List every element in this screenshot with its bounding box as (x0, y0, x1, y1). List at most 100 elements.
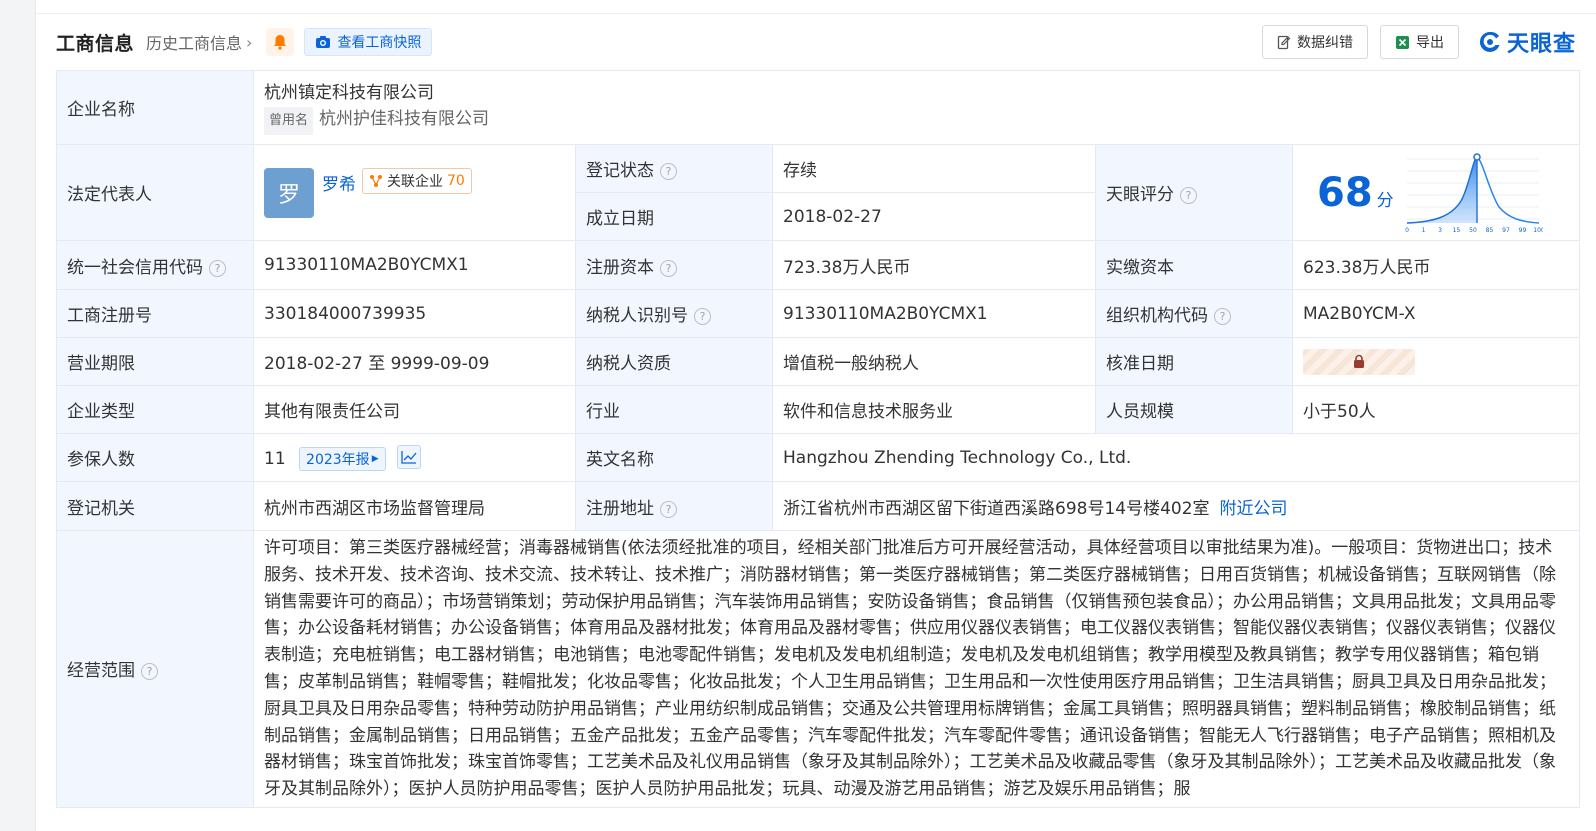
score-tick-label: 3 (1438, 227, 1442, 234)
tianyancha-logo: 天眼查 (1477, 26, 1576, 58)
score-tick-label: 85 (1486, 227, 1494, 234)
score-tick-label: 97 (1502, 227, 1510, 234)
trend-chart-button[interactable] (397, 444, 422, 469)
biz-term-value: 2018-02-27 至 9999-09-09 (253, 337, 576, 386)
table-row: 工商注册号 330184000739935 纳税人识别号? 91330110MA… (56, 289, 1580, 338)
biz-reg-no-value: 330184000739935 (253, 289, 576, 338)
score-label-text: 天眼评分 (1106, 185, 1174, 205)
camera-icon (316, 36, 331, 48)
biz-scope-value: 许可项目：第三类医疗器械经营；消毒器械销售(依法须经批准的项目，经相关部门批准后… (253, 530, 1580, 808)
annual-report-label: 2023年报 (306, 451, 370, 468)
company-name-cell: 杭州镇定科技有限公司 曾用名 杭州护佳科技有限公司 (253, 70, 1580, 145)
view-snapshot-label: 查看工商快照 (337, 35, 422, 51)
locked-value[interactable] (1303, 348, 1415, 375)
nearby-companies-link[interactable]: 附近公司 (1220, 499, 1288, 519)
related-count: 70 (447, 172, 465, 189)
avatar[interactable]: 罗 (264, 167, 314, 218)
english-name-value: Hangzhou Zhending Technology Co., Ltd. (772, 433, 1580, 482)
staff-size-value: 小于50人 (1292, 385, 1580, 434)
history-link[interactable]: 历史工商信息 › (146, 30, 252, 54)
export-button[interactable]: 导出 (1379, 25, 1459, 59)
help-icon[interactable]: ? (209, 259, 226, 277)
help-icon[interactable]: ? (141, 663, 158, 681)
paid-capital-value: 623.38万人民币 (1292, 240, 1580, 290)
reg-authority-value: 杭州市西湖区市场监督管理局 (253, 481, 576, 531)
score-unit: 分 (1376, 190, 1394, 211)
reg-status-label: 登记状态? (575, 144, 773, 193)
related-companies-tag[interactable]: 关联企业 70 (362, 167, 472, 194)
table-row: 法定代表人 罗 罗希 关联企业 70 登记状态? 存续 天眼评分? 68 分 0… (56, 144, 1580, 241)
staff-size-label: 人员规模 (1095, 385, 1293, 434)
reg-authority-label: 登记机关 (56, 481, 254, 531)
org-code-value: MA2B0YCM-X (1292, 289, 1580, 338)
taxpayer-id-label-text: 纳税人识别号 (586, 306, 688, 326)
help-icon[interactable]: ? (1214, 308, 1231, 325)
insured-value: 11 (264, 448, 286, 469)
help-icon[interactable]: ? (1180, 187, 1197, 204)
reg-capital-label: 注册资本? (575, 240, 773, 290)
score-tick-label: 0 (1405, 227, 1409, 234)
legal-rep-name[interactable]: 罗希 (322, 170, 356, 195)
biz-scope-label-text: 经营范围 (67, 661, 135, 682)
bell-icon[interactable] (266, 28, 295, 56)
approve-date-label: 核准日期 (1095, 337, 1293, 386)
lock-icon (1354, 354, 1364, 368)
trend-icon (401, 450, 417, 464)
excel-icon (1395, 35, 1409, 49)
org-code-label-text: 组织机构代码 (1106, 306, 1208, 326)
score-tick-label: 50 (1469, 227, 1477, 234)
credit-code-label: 统一社会信用代码? (56, 240, 254, 290)
insured-label: 参保人数 (56, 433, 254, 482)
help-icon[interactable]: ? (694, 308, 711, 325)
table-row: 经营范围? 许可项目：第三类医疗器械经营；消毒器械销售(依法须经批准的项目，经相… (56, 530, 1580, 808)
chevron-right-icon: › (246, 32, 253, 52)
table-row: 企业名称 杭州镇定科技有限公司 曾用名 杭州护佳科技有限公司 (56, 70, 1580, 145)
approve-date-cell (1292, 337, 1580, 386)
org-code-label: 组织机构代码? (1095, 289, 1293, 338)
section-header: 工商信息 历史工商信息 › 查看工商快照 数据纠错 导出 天眼查 (56, 25, 1576, 59)
reg-address-label: 注册地址? (575, 481, 773, 531)
taxpayer-quali-label: 纳税人资质 (575, 337, 773, 386)
view-snapshot-button[interactable]: 查看工商快照 (304, 28, 433, 56)
company-name-label: 企业名称 (56, 70, 254, 145)
score-tick-label: 99 (1519, 227, 1527, 234)
export-label: 导出 (1415, 35, 1444, 51)
score-cell[interactable]: 68 分 0 1 3 15 50 85 97 99 100 (1292, 144, 1580, 241)
score-tick-label: 15 (1453, 227, 1461, 234)
data-correction-button[interactable]: 数据纠错 (1261, 25, 1368, 59)
industry-value: 软件和信息技术服务业 (772, 385, 1096, 434)
company-type-label: 企业类型 (56, 385, 254, 434)
table-row: 登记机关 杭州市西湖区市场监督管理局 注册地址? 浙江省杭州市西湖区留下街道西溪… (56, 481, 1580, 531)
insured-cell: 11 2023年报 ▶ (253, 433, 576, 482)
top-strip (36, 0, 1596, 14)
business-info-card: 工商信息 历史工商信息 › 查看工商快照 数据纠错 导出 天眼查 企业名称 杭州… (35, 0, 1596, 831)
table-row: 统一社会信用代码? 91330110MA2B0YCMX1 注册资本? 723.3… (56, 240, 1580, 290)
data-correction-label: 数据纠错 (1296, 35, 1353, 51)
company-type-value: 其他有限责任公司 (253, 385, 576, 434)
business-info-table: 企业名称 杭州镇定科技有限公司 曾用名 杭州护佳科技有限公司 法定代表人 罗 罗希… (56, 70, 1580, 808)
reg-address-value: 浙江省杭州市西湖区留下街道西溪路698号14号楼402室 (783, 498, 1210, 519)
score-distribution-chart: 0 1 3 15 50 85 97 99 100 (1405, 152, 1543, 234)
used-name-value: 杭州护佳科技有限公司 (319, 109, 490, 129)
help-icon[interactable]: ? (660, 163, 677, 180)
score-value: 68 (1317, 169, 1373, 216)
table-row: 参保人数 11 2023年报 ▶ 英文名称 Hangzhou Zhending T… (56, 433, 1580, 482)
legal-rep-cell: 罗 罗希 关联企业 70 (253, 144, 576, 241)
help-icon[interactable]: ? (660, 259, 677, 277)
reg-status-value: 存续 (772, 144, 1096, 193)
header-actions: 数据纠错 导出 天眼查 (1261, 25, 1576, 59)
reg-capital-value: 723.38万人民币 (772, 240, 1096, 290)
legal-rep-label: 法定代表人 (56, 144, 254, 241)
score-tick-label: 100 (1533, 227, 1543, 234)
score-tick-label: 1 (1422, 227, 1426, 234)
annual-report-tag[interactable]: 2023年报 ▶ (299, 446, 386, 471)
taxpayer-id-value: 91330110MA2B0YCMX1 (772, 289, 1096, 338)
logo-text: 天眼查 (1506, 32, 1576, 57)
help-icon[interactable]: ? (660, 500, 677, 518)
section-title: 工商信息 (56, 32, 135, 55)
reg-address-label-text: 注册地址 (586, 498, 654, 519)
related-label: 关联企业 (387, 173, 443, 190)
reg-status-label-text: 登记状态 (586, 161, 654, 181)
est-date-label: 成立日期 (575, 192, 773, 241)
biz-scope-label: 经营范围? (56, 530, 254, 808)
